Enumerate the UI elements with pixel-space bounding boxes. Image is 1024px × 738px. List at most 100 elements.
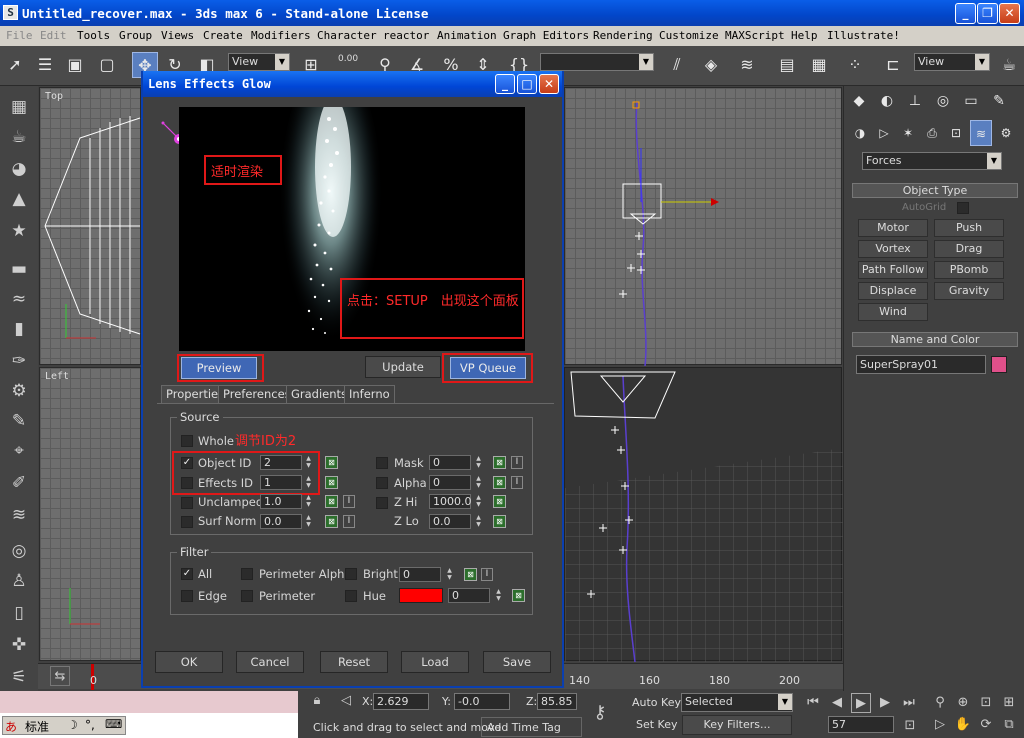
wind-button[interactable]: Wind (858, 303, 928, 321)
motor-button[interactable]: Motor (858, 219, 928, 237)
menu-edit[interactable]: Edit (40, 29, 67, 42)
effects-id-input[interactable]: 1 (260, 475, 302, 490)
set-key-button[interactable]: Set Key (636, 718, 678, 731)
lock-icon[interactable]: 🔒︎ (307, 691, 327, 711)
star-icon[interactable]: ★ (6, 218, 32, 244)
display-tab-icon[interactable]: ▭ (958, 88, 984, 114)
menu-animation[interactable]: Animation (437, 29, 497, 42)
play-icon[interactable]: ▶︎ (851, 693, 871, 713)
object-color-swatch[interactable] (991, 356, 1007, 373)
cone-icon[interactable]: ▲ (6, 186, 32, 212)
alpha-checkbox[interactable] (376, 477, 388, 489)
time-config-small-icon[interactable]: ⊡ (900, 716, 920, 736)
hue-input[interactable]: 0 (448, 588, 490, 603)
schematic-view-icon[interactable]: ▦ (806, 52, 832, 78)
selection-set-combo[interactable]: Selected ▼ (681, 693, 793, 712)
key-filters-button[interactable]: Key Filters... (682, 715, 792, 735)
render-scene-icon[interactable]: ⊏ (880, 52, 906, 78)
systems-icon[interactable]: ⚙ (996, 120, 1016, 146)
viewport-front[interactable] (564, 87, 842, 366)
alpha-invert-button[interactable]: I (511, 476, 523, 489)
ring-icon[interactable]: ◎ (6, 538, 32, 564)
hue-color-swatch[interactable] (399, 588, 443, 603)
dummy-icon[interactable]: ✜ (6, 632, 32, 658)
window-crossing-icon[interactable]: ▢ (94, 52, 120, 78)
quick-render-icon[interactable]: ☕ (996, 52, 1022, 78)
sphere-icon[interactable]: ◕ (6, 156, 32, 182)
menu-modifiers[interactable]: Modifiers (251, 29, 311, 42)
auto-key-button[interactable]: Auto Key (632, 696, 681, 709)
unclamped-spinner[interactable]: ▲ ▼ (304, 494, 313, 509)
viewport-left[interactable]: Left (39, 367, 141, 661)
dialog-maximize-button[interactable]: □ (517, 74, 537, 94)
minimize-button[interactable]: _ (955, 3, 976, 24)
zoom-extents-all-icon[interactable]: ⊞ (999, 693, 1019, 713)
goto-start-icon[interactable]: ⏮ (803, 693, 823, 713)
box-icon[interactable]: ▦ (6, 94, 32, 120)
close-button[interactable]: ✕ (999, 3, 1020, 24)
autogrid-checkbox[interactable] (957, 202, 969, 214)
moon-icon[interactable]: ☽ (67, 718, 78, 732)
bright-spinner[interactable]: ▲ ▼ (445, 567, 454, 582)
render-type-combo[interactable]: View ▼ (914, 53, 990, 71)
hierarchy-tab-icon[interactable]: ⊥ (902, 88, 928, 114)
surf-norm-map-icon[interactable]: ⊠ (325, 515, 338, 528)
zhi-checkbox[interactable] (376, 497, 388, 509)
menu-views[interactable]: Views (161, 29, 194, 42)
alpha-input[interactable]: 0 (429, 475, 471, 490)
preview-button[interactable]: Preview (181, 357, 257, 379)
menu-illustrate[interactable]: Illustrate! (827, 29, 900, 42)
pan-icon[interactable]: ✋ (953, 715, 973, 735)
path-follow-button[interactable]: Path Follow (858, 261, 928, 279)
surf-norm-checkbox[interactable] (181, 516, 193, 528)
plane-icon[interactable]: ▬ (6, 256, 32, 282)
magnet-icon[interactable]: ⚟ (6, 664, 32, 690)
category-combo[interactable]: Forces ▼ (862, 152, 1002, 170)
bright-input[interactable]: 0 (399, 567, 441, 582)
tab-preferences[interactable]: Preferences (218, 385, 296, 403)
menu-customize[interactable]: Customize (659, 29, 719, 42)
arc-rotate-icon[interactable]: ⟳ (976, 715, 996, 735)
mask-invert-button[interactable]: I (511, 456, 523, 469)
motion-tab-icon[interactable]: ◎ (930, 88, 956, 114)
vortex-button[interactable]: Vortex (858, 240, 928, 258)
unclamped-input[interactable]: 1.0 (260, 494, 302, 509)
surf-norm-input[interactable]: 0.0 (260, 514, 302, 529)
perimeter-checkbox[interactable] (241, 590, 253, 602)
add-time-tag[interactable]: Add Time Tag (487, 721, 561, 734)
time-config-icon[interactable]: ⇆ (50, 666, 70, 686)
ime-icon[interactable]: あ (5, 718, 17, 735)
effects-id-spinner[interactable]: ▲ ▼ (304, 475, 313, 490)
hue-spinner[interactable]: ▲ ▼ (494, 588, 503, 603)
menu-character[interactable]: Character (317, 29, 377, 42)
prev-frame-icon[interactable]: ◀︎ (827, 693, 847, 713)
goto-end-icon[interactable]: ⏭ (899, 693, 919, 713)
zoom-icon[interactable]: ⚲ (930, 693, 950, 713)
current-frame-field[interactable]: 57 (828, 716, 894, 733)
filter-all-checkbox[interactable]: ✓ (181, 568, 193, 580)
alpha-spinner[interactable]: ▲ ▼ (474, 475, 483, 490)
menu-rendering[interactable]: Rendering (593, 29, 653, 42)
teapot-icon[interactable]: ☕ (6, 124, 32, 150)
fov-icon[interactable]: ▷ (930, 715, 950, 735)
menu-help[interactable]: Help (791, 29, 818, 42)
space-warps-icon[interactable]: ≋ (970, 120, 992, 146)
geometry-icon[interactable]: ◑ (850, 120, 870, 146)
punct-icon[interactable]: °, (85, 718, 95, 732)
zlo-map-icon[interactable]: ⊠ (493, 515, 506, 528)
spring-icon[interactable]: ≈ (6, 286, 32, 312)
surf-norm-invert-button[interactable]: I (343, 515, 355, 528)
whole-checkbox[interactable] (181, 435, 193, 447)
ok-button[interactable]: OK (155, 651, 223, 673)
zoom-all-icon[interactable]: ⊕ (953, 693, 973, 713)
effects-id-map-icon[interactable]: ⊠ (325, 476, 338, 489)
bright-checkbox[interactable] (345, 568, 357, 580)
camera-icon[interactable]: ⌖ (6, 438, 32, 464)
hue-map-icon[interactable]: ⊠ (512, 589, 525, 602)
shapes-icon[interactable]: ▷ (874, 120, 894, 146)
update-button[interactable]: Update (365, 356, 441, 378)
shape-icon[interactable]: ✎ (6, 408, 32, 434)
object-id-spinner[interactable]: ▲ ▼ (304, 455, 313, 470)
menu-group[interactable]: Group (119, 29, 152, 42)
object-id-map-icon[interactable]: ⊠ (325, 456, 338, 469)
